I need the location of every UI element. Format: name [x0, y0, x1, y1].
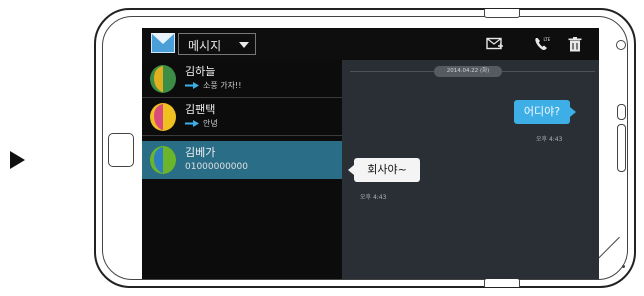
- message-thread: 2014.04.22 (화) 어디야? 오후 4:43 회사야~ 오후 4:43: [342, 60, 599, 279]
- trash-icon[interactable]: [566, 35, 584, 53]
- conversation-item[interactable]: 김하늘 소풍 가자!!: [142, 60, 342, 98]
- message-preview: 소풍 가자!!: [203, 81, 242, 90]
- screen: 메시지 LTE 김하늘 소풍 가자!! 김팬택 안녕 김베가 010000000…: [142, 28, 599, 279]
- camera-icon: [616, 40, 626, 50]
- sent-message-bubble[interactable]: 어디야?: [514, 100, 570, 124]
- contact-name: 김베가: [185, 146, 216, 159]
- new-message-icon[interactable]: [486, 35, 504, 53]
- forward-arrow-icon: [185, 120, 199, 127]
- message-preview-row: 소풍 가자!!: [185, 80, 241, 91]
- avatar: [150, 146, 176, 174]
- play-arrow-icon: [10, 151, 25, 169]
- forward-arrow-icon: [185, 82, 199, 89]
- volume-key[interactable]: [617, 124, 626, 172]
- side-key[interactable]: [617, 104, 626, 120]
- date-label: 2014.04.22 (화): [434, 66, 502, 77]
- top-slot: [484, 9, 520, 18]
- conversation-item[interactable]: 김팬택 안녕: [142, 98, 342, 136]
- conversation-item-selected[interactable]: 김베가 01000000000: [142, 141, 342, 179]
- contact-name: 김하늘: [185, 65, 216, 78]
- divider: [142, 135, 342, 136]
- avatar: [150, 65, 176, 93]
- bubble-tail: [570, 107, 576, 117]
- app-title-dropdown[interactable]: 메시지: [178, 33, 256, 55]
- message-preview: 안녕: [203, 119, 218, 128]
- app-title: 메시지: [188, 39, 222, 53]
- avatar: [150, 103, 176, 131]
- svg-text:LTE: LTE: [544, 37, 551, 42]
- message-preview-row: 안녕: [185, 118, 218, 129]
- call-icon[interactable]: LTE: [533, 35, 551, 53]
- envelope-icon: [151, 33, 175, 53]
- titlebar: 메시지 LTE: [142, 28, 599, 60]
- phone-number: 01000000000: [185, 162, 248, 172]
- bottom-slot: [484, 278, 520, 287]
- received-message-bubble[interactable]: 회사야~: [354, 158, 420, 182]
- message-time: 오후 4:43: [360, 194, 387, 201]
- contact-name: 김팬택: [185, 103, 216, 116]
- conversation-list: 김하늘 소풍 가자!! 김팬택 안녕 김베가 01000000000: [142, 60, 342, 279]
- corner-dot: [622, 265, 625, 268]
- home-button[interactable]: [108, 133, 134, 167]
- dropdown-caret-icon: [239, 42, 249, 48]
- message-time: 오후 4:43: [536, 136, 563, 143]
